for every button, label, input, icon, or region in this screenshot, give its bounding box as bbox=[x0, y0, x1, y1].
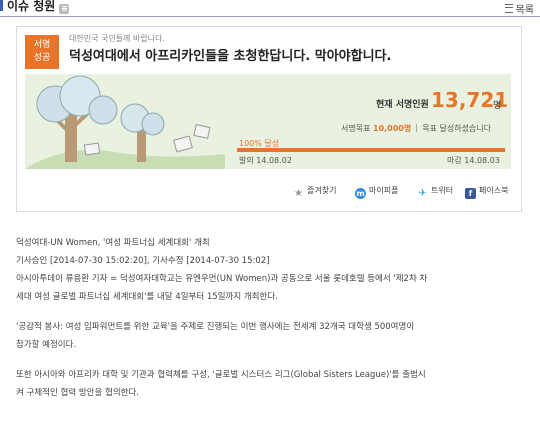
facebook-icon: f bbox=[465, 188, 476, 199]
status-badge: 서명 성공 bbox=[25, 35, 59, 69]
list-icon bbox=[504, 4, 513, 13]
progress-bar bbox=[237, 148, 505, 152]
bookmark-button[interactable]: ★ 즐겨찾기 bbox=[293, 185, 336, 199]
rss-icon[interactable]: ≡ bbox=[59, 4, 70, 14]
article-line: 세대 여성 글로벌 파트너십 세계대회'를 내달 4일부터 15일까지 개최한다… bbox=[16, 292, 278, 302]
list-button[interactable]: 목록 bbox=[504, 1, 534, 16]
trees-illustration bbox=[25, 75, 225, 169]
article-line: 참가할 예정이다. bbox=[16, 340, 77, 350]
start-date: 발의 14.08.02 bbox=[239, 156, 292, 165]
article-line: 아시아투데이 류용환 기자 = 덕성여자대학교는 유엔우먼(UN Women)과… bbox=[16, 274, 428, 284]
petition-card: 서명 성공 대한민국 국민들께 바랍니다. 덕성여대에서 아프리카인들을 초청한… bbox=[16, 26, 522, 212]
article-body: 덕성여대-UN Women, '여성 파트너십 세계대회' 개최 기사승인 [2… bbox=[16, 234, 526, 402]
share-actions: ★ 즐겨찾기 m 마이피플 ✈ 트위터 f 페이스북 bbox=[25, 183, 511, 199]
twitter-bird-icon: ✈ bbox=[418, 188, 427, 199]
count-label: 현재 서명인원 bbox=[376, 100, 429, 110]
list-label: 목록 bbox=[515, 5, 534, 16]
section-title: 이슈 청원 ≡ bbox=[0, 0, 70, 14]
count-unit: 명 bbox=[493, 101, 502, 111]
twitter-button[interactable]: ✈ 트위터 bbox=[417, 185, 453, 199]
goal-line: 서명목표 10,000명 목표 달성하셨습니다 bbox=[341, 124, 492, 133]
article-line: '공감적 봉사: 여성 임파워먼트를 위한 교육'을 주제로 진행되는 이번 행… bbox=[16, 322, 415, 332]
article-line: 켜 구체적인 협력 방안을 협의한다. bbox=[16, 388, 139, 398]
title-accent-bar bbox=[0, 0, 3, 11]
mypeople-icon: m bbox=[355, 188, 366, 199]
facebook-button[interactable]: f 페이스북 bbox=[465, 185, 508, 199]
signature-banner: 현재 서명인원 13,721 명 서명목표 10,000명 목표 달성하셨습니다 … bbox=[25, 74, 511, 169]
page-header: 이슈 청원 ≡ 목록 bbox=[0, 0, 540, 16]
article-line: 또한 아시아와 아프리카 대학 및 기관과 협력체를 구성, '글로벌 시스터스… bbox=[16, 370, 426, 380]
mypeople-button[interactable]: m 마이피플 bbox=[355, 185, 398, 199]
star-icon: ★ bbox=[294, 188, 303, 199]
header-divider bbox=[0, 16, 540, 17]
article-line: 기사승인 [2014-07-30 15:02:20], 기사수정 [2014-0… bbox=[16, 256, 270, 266]
petition-title[interactable]: 덕성여대에서 아프리카인들을 초청한답니다. 막아야합니다. bbox=[69, 45, 391, 64]
petition-kicker: 대한민국 국민들께 바랍니다. bbox=[69, 34, 165, 43]
progress-fill bbox=[237, 148, 505, 152]
article-line: 덕성여대-UN Women, '여성 파트너십 세계대회' 개최 bbox=[16, 238, 210, 248]
end-date: 마감 14.08.03 bbox=[447, 156, 500, 165]
